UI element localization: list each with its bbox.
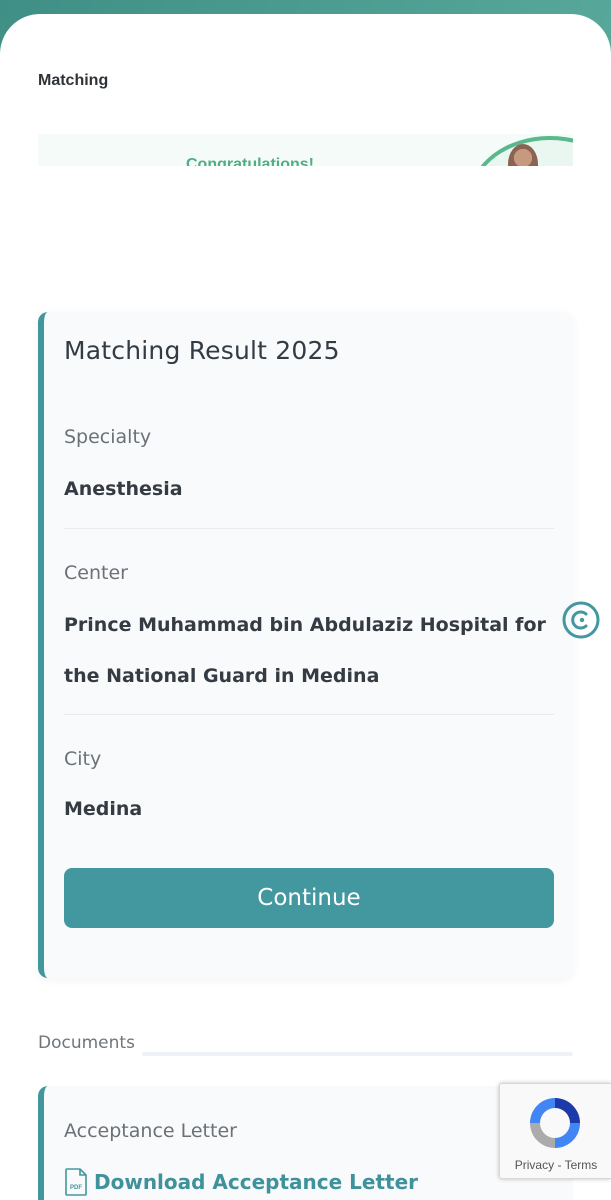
center-value: Prince Muhammad bin Abdulaziz Hospital f… (64, 614, 546, 687)
specialty-label: Specialty (64, 426, 152, 448)
documents-section-label: Documents (38, 1033, 135, 1053)
city-label: City (64, 748, 102, 770)
document-title: Acceptance Letter (64, 1120, 237, 1142)
link-separator: - (557, 1158, 562, 1172)
city-value: Medina (64, 798, 143, 820)
download-link-label: Download Acceptance Letter (94, 1170, 419, 1194)
acceptance-letter-card: Acceptance Letter PDF Download Acceptanc… (38, 1086, 573, 1200)
continue-button[interactable]: Continue (64, 868, 554, 928)
terms-link[interactable]: Terms (565, 1158, 598, 1172)
download-acceptance-letter-link[interactable]: PDF Download Acceptance Letter (64, 1168, 418, 1196)
banner-text: Congratulations! (186, 156, 314, 166)
svg-text:PDF: PDF (70, 1185, 82, 1191)
card-title: Matching Result 2025 (64, 336, 340, 365)
center-label: Center (64, 562, 128, 584)
documents-divider (142, 1052, 573, 1056)
divider (64, 714, 554, 715)
chat-support-icon[interactable] (562, 601, 600, 639)
matching-result-card: Matching Result 2025 Specialty Anesthesi… (38, 312, 573, 978)
pdf-file-icon: PDF (65, 1168, 87, 1196)
page-title: Matching (38, 72, 109, 89)
specialty-value: Anesthesia (64, 478, 183, 500)
recaptcha-links: Privacy - Terms (500, 1158, 611, 1172)
recaptcha-icon (530, 1098, 580, 1148)
recaptcha-badge[interactable]: Privacy - Terms (499, 1083, 611, 1179)
divider (64, 528, 554, 529)
privacy-link[interactable]: Privacy (515, 1158, 554, 1172)
congratulations-banner: Congratulations! (38, 134, 573, 166)
